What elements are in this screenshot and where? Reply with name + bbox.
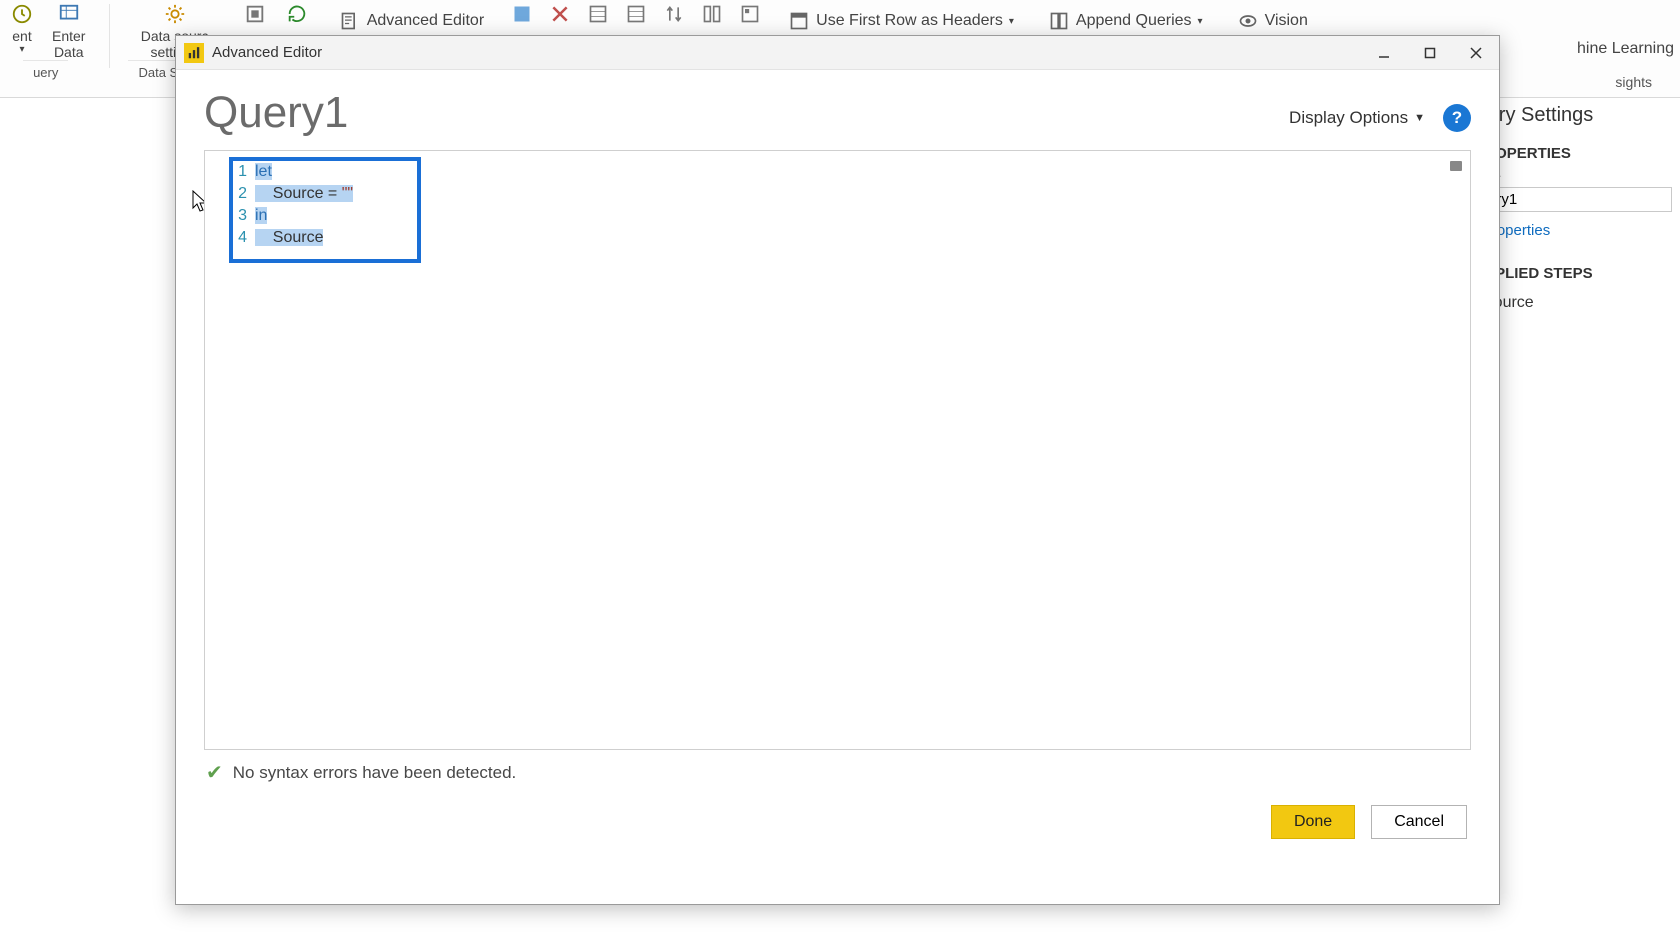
line-number: 4 xyxy=(233,227,255,249)
use-first-row-label: Use First Row as Headers xyxy=(816,12,1003,30)
display-options-label: Display Options xyxy=(1289,108,1408,128)
code-keyword-in: in xyxy=(255,207,267,224)
ribbon-group-label-insights: sights xyxy=(1615,74,1652,90)
line-number: 1 xyxy=(233,161,255,183)
ribbon-group-query: ent ▾ Enter Data uery xyxy=(0,0,91,86)
table-plus-icon xyxy=(53,2,85,26)
ribbon-group-label-query: uery xyxy=(23,60,68,86)
vision-button[interactable]: Vision xyxy=(1229,8,1316,34)
close-button[interactable] xyxy=(1453,36,1499,70)
machine-learning-button[interactable]: hine Learning xyxy=(1577,40,1674,58)
append-icon xyxy=(1048,10,1070,32)
line-number: 3 xyxy=(233,205,255,227)
enter-data-button[interactable]: Enter Data xyxy=(52,2,85,60)
use-first-row-headers-button[interactable]: Use First Row as Headers ▾ xyxy=(780,8,1022,34)
recent-sources-button[interactable]: ent ▾ xyxy=(6,2,38,60)
powerbi-logo-icon xyxy=(184,43,204,63)
table-header-icon xyxy=(788,10,810,32)
refresh-icon xyxy=(281,2,313,26)
syntax-status-row: ✔ No syntax errors have been detected. xyxy=(204,750,1471,787)
help-icon: ? xyxy=(1452,108,1462,128)
syntax-status-text: No syntax errors have been detected. xyxy=(233,763,517,783)
line-number: 2 xyxy=(233,183,255,205)
remove-columns-icon[interactable] xyxy=(548,4,572,24)
cancel-button[interactable]: Cancel xyxy=(1371,805,1467,839)
append-queries-button[interactable]: Append Queries ▾ xyxy=(1040,8,1211,34)
code-operator: = xyxy=(328,185,342,202)
group-by-icon[interactable] xyxy=(738,4,762,24)
append-queries-label: Append Queries xyxy=(1076,12,1192,30)
code-line: 2 Source = "" xyxy=(233,183,1458,205)
vision-label: Vision xyxy=(1265,12,1308,30)
advanced-editor-ribbon-button[interactable]: Advanced Editor xyxy=(331,8,492,34)
editor-icon xyxy=(339,10,361,32)
maximize-button[interactable] xyxy=(1407,36,1453,70)
code-area[interactable]: 1 let 2 Source = "" 3 in 4 Source xyxy=(233,161,1458,249)
manage-parameters-button[interactable] xyxy=(239,0,271,28)
machine-learning-label: hine Learning xyxy=(1577,40,1674,57)
recent-label: ent xyxy=(12,28,31,44)
gear-icon xyxy=(159,2,191,26)
done-button[interactable]: Done xyxy=(1271,805,1355,839)
parameters-icon xyxy=(239,2,271,26)
remove-rows-icon[interactable] xyxy=(624,4,648,24)
code-indent xyxy=(255,229,273,246)
code-identifier: Source xyxy=(273,229,324,246)
sort-icon[interactable] xyxy=(662,4,686,24)
code-string: "" xyxy=(342,185,353,202)
refresh-preview-button[interactable] xyxy=(281,0,313,28)
code-keyword-let: let xyxy=(255,163,272,180)
advanced-editor-dialog: Advanced Editor Query1 Display Options ▼… xyxy=(175,35,1500,905)
code-line: 4 Source xyxy=(233,227,1458,249)
dialog-body: Query1 Display Options ▼ ? 1 let xyxy=(176,70,1499,904)
dialog-button-row: Done Cancel xyxy=(204,787,1471,843)
enter-data-label: Enter Data xyxy=(52,28,85,60)
checkmark-icon: ✔ xyxy=(206,760,223,785)
help-button[interactable]: ? xyxy=(1443,104,1471,132)
dialog-titlebar: Advanced Editor xyxy=(176,36,1499,70)
divider xyxy=(109,4,110,68)
keep-rows-icon[interactable] xyxy=(586,4,610,24)
code-indent xyxy=(255,185,273,202)
choose-columns-icon[interactable] xyxy=(510,4,534,24)
dialog-title: Advanced Editor xyxy=(212,44,322,61)
query-title: Query1 xyxy=(204,88,348,138)
advanced-editor-ribbon-label: Advanced Editor xyxy=(367,12,484,30)
split-column-icon[interactable] xyxy=(700,4,724,24)
eye-icon xyxy=(1237,10,1259,32)
code-line: 1 let xyxy=(233,161,1458,183)
minimize-button[interactable] xyxy=(1361,36,1407,70)
display-options-dropdown[interactable]: Display Options ▼ xyxy=(1289,108,1425,128)
code-line: 3 in xyxy=(233,205,1458,227)
code-identifier: Source xyxy=(273,185,328,202)
chevron-down-icon: ▼ xyxy=(1414,112,1425,124)
clock-icon xyxy=(6,2,38,26)
code-editor[interactable]: 1 let 2 Source = "" 3 in 4 Source xyxy=(204,150,1471,750)
